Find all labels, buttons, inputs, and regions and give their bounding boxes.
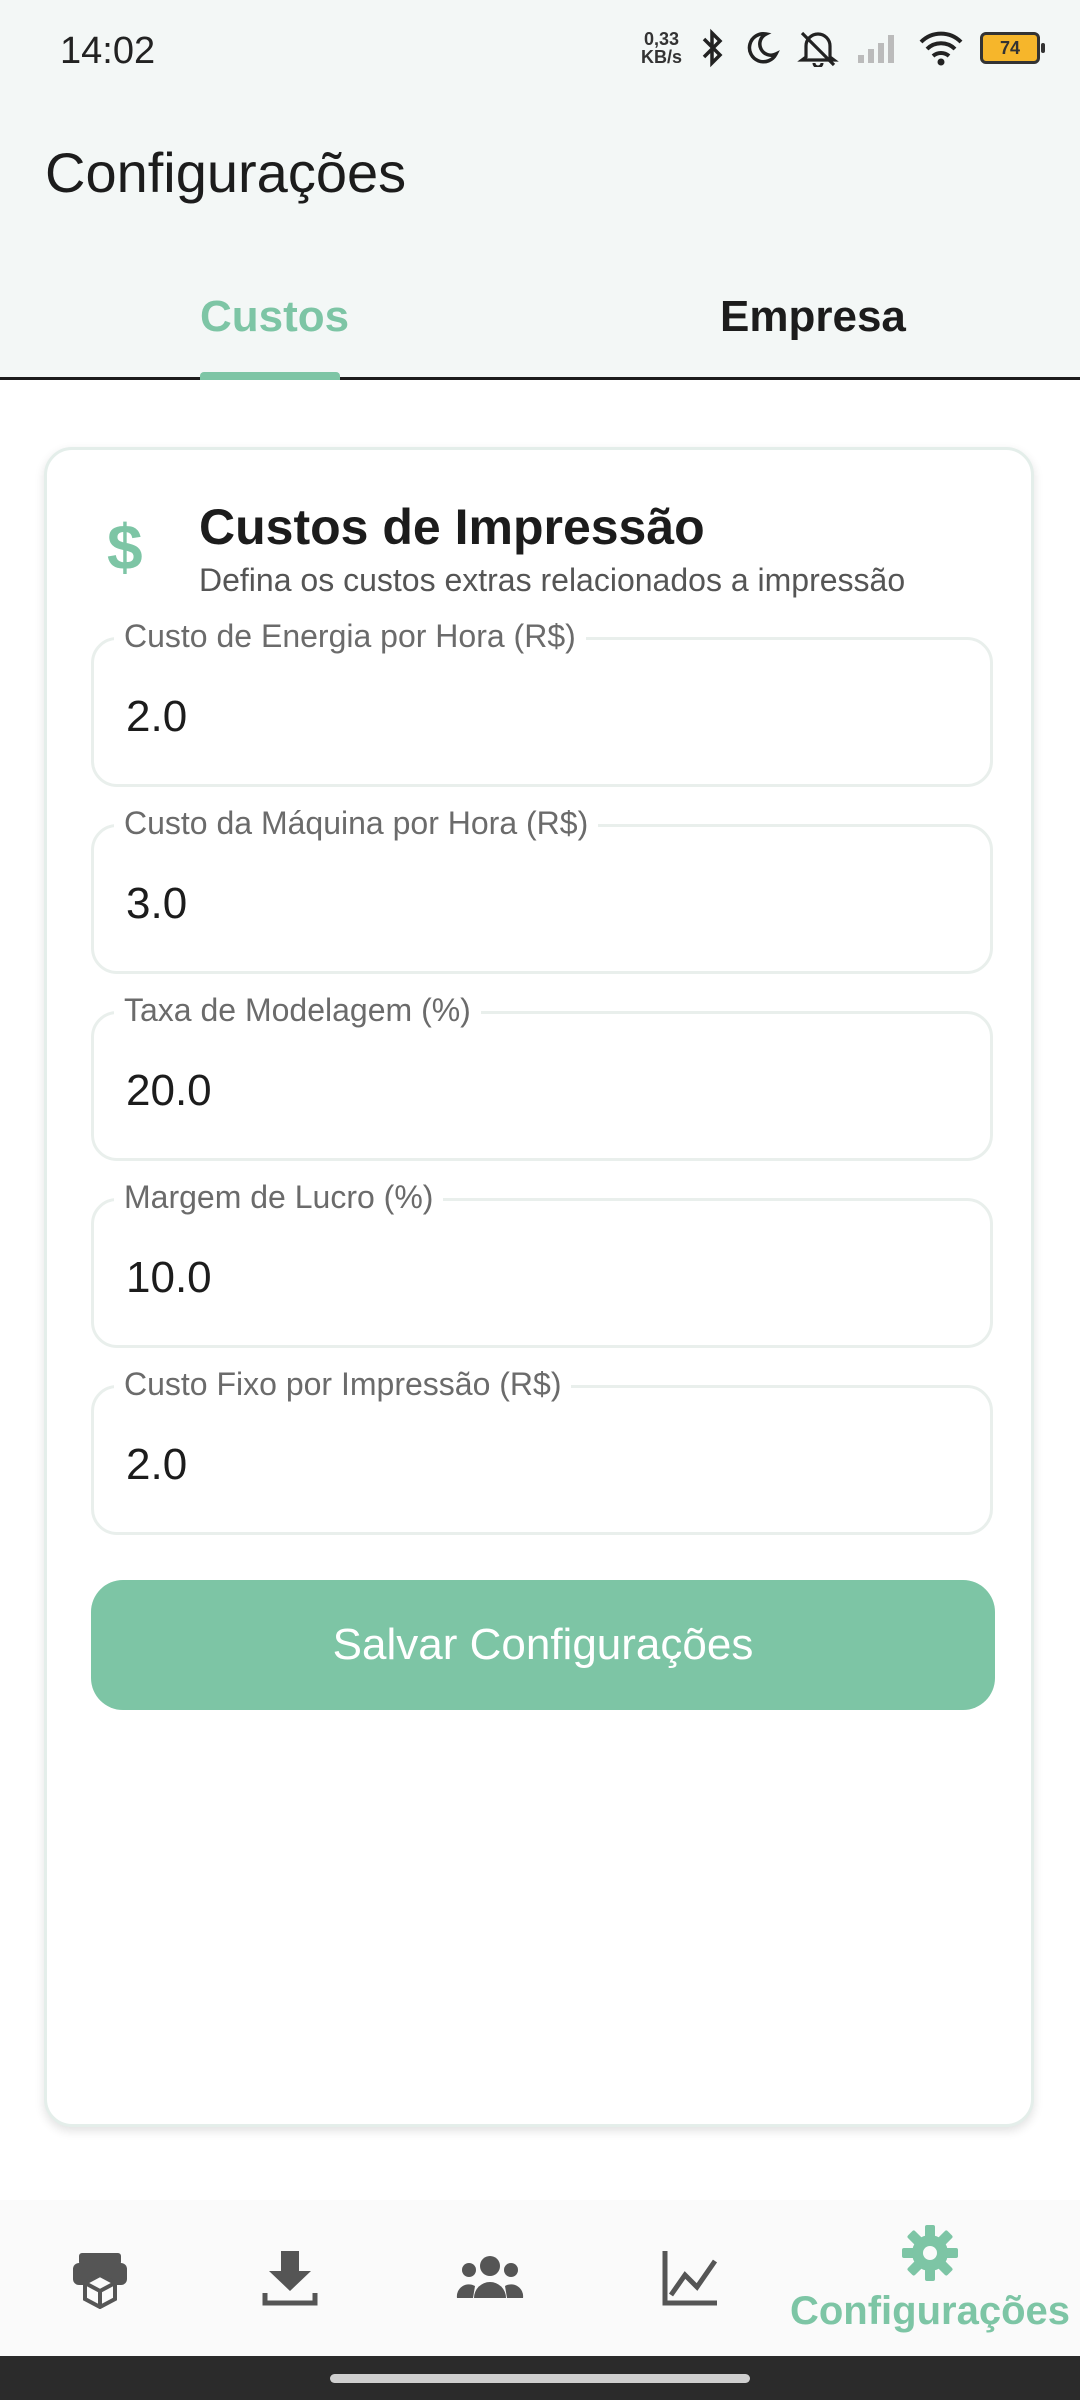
- card-subtitle: Defina os custos extras relacionados a i…: [199, 562, 906, 598]
- battery-level: 74: [999, 37, 1021, 58]
- status-bar: 14:02 0,33 KB/s 74: [0, 0, 1080, 110]
- nav-item-settings[interactable]: Configurações: [790, 2200, 1070, 2356]
- field-label: Taxa de Modelagem (%): [114, 992, 481, 1029]
- nav-item-import[interactable]: [240, 2200, 340, 2356]
- page-title: Configurações: [45, 141, 407, 204]
- modeling-rate-input[interactable]: [124, 1060, 948, 1122]
- field-label: Custo Fixo por Impressão (R$): [114, 1366, 572, 1403]
- fixed-cost-field[interactable]: Custo Fixo por Impressão (R$): [91, 1366, 993, 1535]
- status-time: 14:02: [60, 30, 156, 72]
- bottom-nav: Configurações: [0, 2200, 1080, 2356]
- nav-label-settings: Configurações: [789, 2288, 1071, 2333]
- print-costs-card: $ Custos de Impressão Defina os custos e…: [44, 447, 1034, 2127]
- nav-item-clients[interactable]: [440, 2200, 540, 2356]
- battery-icon: 74: [980, 32, 1045, 64]
- field-label: Custo da Máquina por Hora (R$): [114, 805, 599, 842]
- field-label: Margem de Lucro (%): [114, 1179, 444, 1216]
- energy-cost-input[interactable]: [124, 686, 948, 748]
- users-icon: [456, 2256, 524, 2298]
- tab-custos[interactable]: Custos: [200, 292, 349, 342]
- field-label: Custo de Energia por Hora (R$): [114, 618, 586, 655]
- chart-icon: [662, 2251, 718, 2306]
- energy-cost-field[interactable]: Custo de Energia por Hora (R$): [91, 618, 993, 787]
- home-indicator[interactable]: [330, 2374, 750, 2383]
- save-settings-button[interactable]: Salvar Configurações: [91, 1580, 995, 1710]
- tab-bar: Custos Empresa: [0, 270, 1080, 380]
- net-speed-unit: KB/s: [640, 47, 682, 67]
- dollar-icon: $: [107, 511, 143, 583]
- bluetooth-icon: [702, 28, 723, 68]
- signal-icon: [858, 35, 894, 63]
- printer-box-icon: [73, 2253, 127, 2309]
- modeling-rate-field[interactable]: Taxa de Modelagem (%): [91, 992, 993, 1161]
- app-header: Configurações Custos Empresa: [0, 110, 1080, 380]
- nav-item-reports[interactable]: [640, 2200, 740, 2356]
- card-title: Custos de Impressão: [199, 499, 705, 555]
- net-speed-value: 0,33: [643, 29, 680, 49]
- tab-indicator: [200, 372, 340, 380]
- download-icon: [262, 2251, 318, 2306]
- bell-off-icon: [797, 31, 839, 67]
- machine-cost-input[interactable]: [124, 873, 948, 935]
- moon-icon: [747, 32, 780, 64]
- profit-margin-field[interactable]: Margem de Lucro (%): [91, 1179, 993, 1348]
- machine-cost-field[interactable]: Custo da Máquina por Hora (R$): [91, 805, 993, 974]
- net-speed: 0,33 KB/s: [641, 30, 682, 66]
- nav-item-printers[interactable]: [50, 2200, 150, 2356]
- status-icons: 0,33 KB/s 74: [641, 28, 1045, 68]
- system-nav-bar: [0, 2356, 1080, 2400]
- gear-icon: [902, 2224, 958, 2281]
- profit-margin-input[interactable]: [124, 1247, 948, 1309]
- wifi-icon: [919, 31, 963, 66]
- fixed-cost-input[interactable]: [124, 1434, 948, 1496]
- tab-empresa[interactable]: Empresa: [720, 292, 906, 342]
